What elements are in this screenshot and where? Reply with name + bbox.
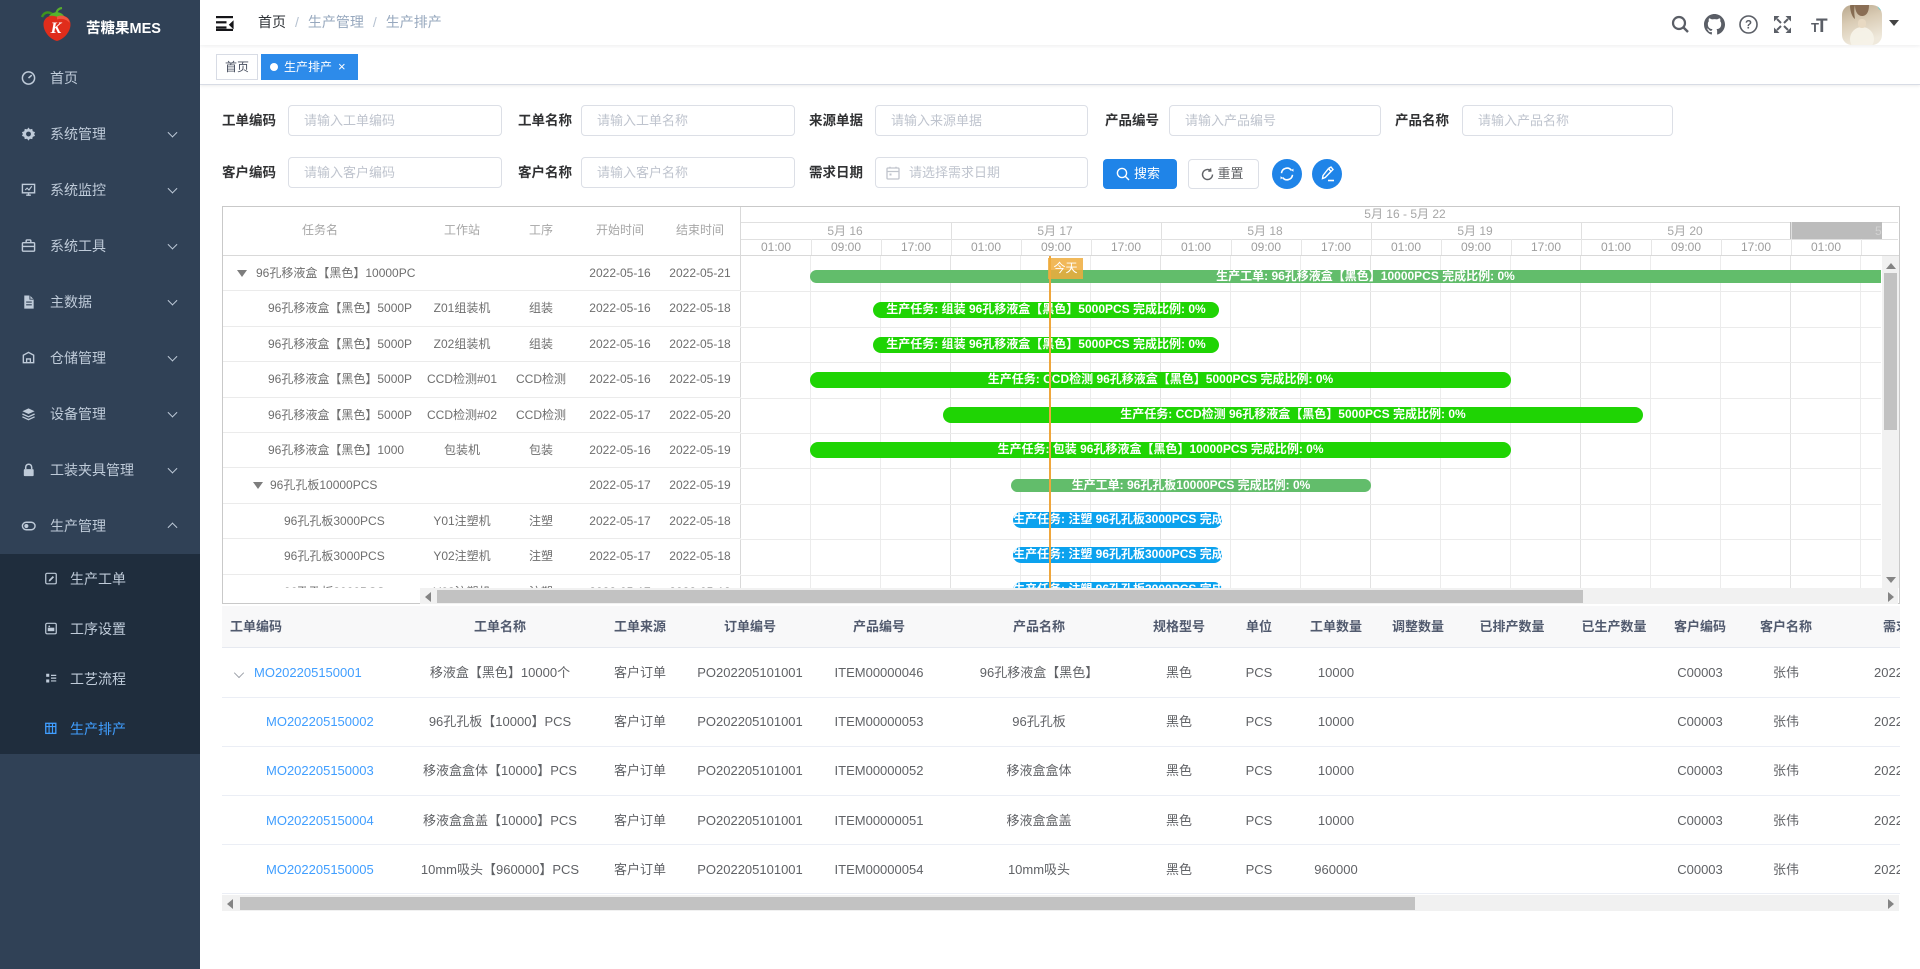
- svg-text:?: ?: [1745, 20, 1752, 32]
- svg-text:K: K: [50, 20, 63, 37]
- svg-text:T: T: [1816, 16, 1828, 34]
